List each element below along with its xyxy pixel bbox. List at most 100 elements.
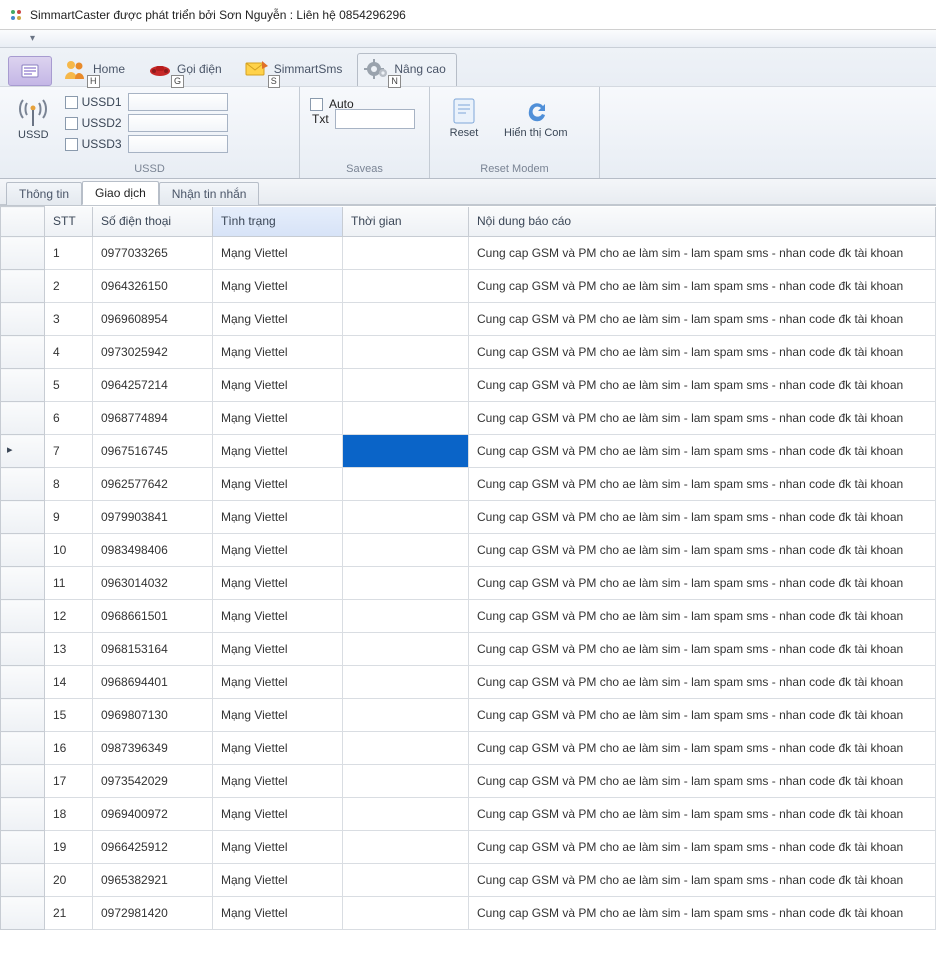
cell-phone[interactable]: 0966425912 xyxy=(93,831,213,864)
col-phone[interactable]: Số điện thoại xyxy=(93,207,213,237)
table-row[interactable]: 160987396349Mạng ViettelCung cap GSM và … xyxy=(1,732,936,765)
cell-time[interactable] xyxy=(343,798,469,831)
cell-stt[interactable]: 5 xyxy=(45,369,93,402)
cell-time[interactable] xyxy=(343,402,469,435)
cell-report[interactable]: Cung cap GSM và PM cho ae làm sim - lam … xyxy=(469,666,936,699)
ussd2-input[interactable] xyxy=(128,114,228,132)
row-header[interactable] xyxy=(1,468,45,501)
table-row[interactable]: 60968774894Mạng Viettel Cung cap GSM và P… xyxy=(1,402,936,435)
row-header[interactable] xyxy=(1,897,45,930)
transactions-grid[interactable]: STT Số điện thoại Tình trạng Thời gian N… xyxy=(0,206,936,930)
cell-phone[interactable]: 0969400972 xyxy=(93,798,213,831)
row-header[interactable] xyxy=(1,633,45,666)
cell-status[interactable]: Mạng Viettel xyxy=(213,270,343,303)
cell-status[interactable]: Mạng Viettel xyxy=(213,237,343,270)
cell-phone[interactable]: 0979903841 xyxy=(93,501,213,534)
table-row[interactable]: 70967516745Mạng ViettelCung cap GSM và P… xyxy=(1,435,936,468)
row-header[interactable] xyxy=(1,798,45,831)
cell-time[interactable] xyxy=(343,765,469,798)
cell-status[interactable]: Mạng Viettel xyxy=(213,699,343,732)
cell-time[interactable] xyxy=(343,897,469,930)
txt-input[interactable] xyxy=(335,109,415,129)
tab-transactions[interactable]: Giao dịch xyxy=(82,181,159,205)
grid-corner[interactable] xyxy=(1,207,45,237)
ussd3-input[interactable] xyxy=(128,135,228,153)
cell-status[interactable]: Mạng Viettel xyxy=(213,666,343,699)
cell-phone[interactable]: 0983498406 xyxy=(93,534,213,567)
cell-report[interactable]: Cung cap GSM và PM cho ae làm sim - lam … xyxy=(469,468,936,501)
cell-stt[interactable]: 19 xyxy=(45,831,93,864)
tab-home[interactable]: Home H xyxy=(56,53,136,86)
cell-phone[interactable]: 0968694401 xyxy=(93,666,213,699)
cell-status[interactable]: Mạng Viettel xyxy=(213,534,343,567)
cell-report[interactable]: Cung cap GSM và PM cho ae làm sim - lam … xyxy=(469,534,936,567)
row-header[interactable] xyxy=(1,270,45,303)
cell-phone[interactable]: 0963014032 xyxy=(93,567,213,600)
cell-stt[interactable]: 2 xyxy=(45,270,93,303)
table-row[interactable]: 210972981420Mạng ViettelCung cap GSM và … xyxy=(1,897,936,930)
cell-stt[interactable]: 13 xyxy=(45,633,93,666)
cell-time[interactable] xyxy=(343,435,469,468)
cell-report[interactable]: Cung cap GSM và PM cho ae làm sim - lam … xyxy=(469,600,936,633)
cell-status[interactable]: Mạng Viettel xyxy=(213,303,343,336)
cell-stt[interactable]: 1 xyxy=(45,237,93,270)
cell-status[interactable]: Mạng Viettel xyxy=(213,567,343,600)
ussd2-checkbox[interactable] xyxy=(65,117,78,130)
cell-stt[interactable]: 20 xyxy=(45,864,93,897)
cell-time[interactable] xyxy=(343,369,469,402)
cell-status[interactable]: Mạng Viettel xyxy=(213,864,343,897)
cell-phone[interactable]: 0987396349 xyxy=(93,732,213,765)
ussd3-checkbox[interactable] xyxy=(65,138,78,151)
ussd1-checkbox[interactable] xyxy=(65,96,78,109)
cell-status[interactable]: Mạng Viettel xyxy=(213,765,343,798)
cell-phone[interactable]: 0973025942 xyxy=(93,336,213,369)
cell-status[interactable]: Mạng Viettel xyxy=(213,798,343,831)
cell-time[interactable] xyxy=(343,336,469,369)
cell-phone[interactable]: 0968774894 xyxy=(93,402,213,435)
cell-report[interactable]: Cung cap GSM và PM cho ae làm sim - lam … xyxy=(469,402,936,435)
cell-time[interactable] xyxy=(343,864,469,897)
cell-status[interactable]: Mạng Viettel xyxy=(213,369,343,402)
row-header[interactable] xyxy=(1,336,45,369)
table-row[interactable]: 100983498406Mạng Viettel Cung cap GSM và … xyxy=(1,534,936,567)
cell-time[interactable] xyxy=(343,468,469,501)
row-header[interactable] xyxy=(1,237,45,270)
cell-report[interactable]: Cung cap GSM và PM cho ae làm sim - lam … xyxy=(469,270,936,303)
cell-report[interactable]: Cung cap GSM và PM cho ae làm sim - lam … xyxy=(469,237,936,270)
cell-time[interactable] xyxy=(343,534,469,567)
cell-status[interactable]: Mạng Viettel xyxy=(213,468,343,501)
ussd-antenna-button[interactable]: USSD xyxy=(10,91,57,143)
row-header[interactable] xyxy=(1,567,45,600)
row-header[interactable] xyxy=(1,501,45,534)
cell-time[interactable] xyxy=(343,270,469,303)
cell-status[interactable]: Mạng Viettel xyxy=(213,435,343,468)
cell-status[interactable]: Mạng Viettel xyxy=(213,402,343,435)
cell-report[interactable]: Cung cap GSM và PM cho ae làm sim - lam … xyxy=(469,567,936,600)
cell-status[interactable]: Mạng Viettel xyxy=(213,897,343,930)
col-stt[interactable]: STT xyxy=(45,207,93,237)
cell-report[interactable]: Cung cap GSM và PM cho ae làm sim - lam … xyxy=(469,369,936,402)
ussd1-input[interactable] xyxy=(128,93,228,111)
cell-stt[interactable]: 11 xyxy=(45,567,93,600)
cell-report[interactable]: Cung cap GSM và PM cho ae làm sim - lam … xyxy=(469,732,936,765)
cell-stt[interactable]: 15 xyxy=(45,699,93,732)
cell-stt[interactable]: 6 xyxy=(45,402,93,435)
cell-status[interactable]: Mạng Viettel xyxy=(213,633,343,666)
cell-phone[interactable]: 0977033265 xyxy=(93,237,213,270)
tab-advanced[interactable]: Nâng cao N xyxy=(357,53,456,86)
cell-report[interactable]: Cung cap GSM và PM cho ae làm sim - lam … xyxy=(469,303,936,336)
cell-phone[interactable]: 0972981420 xyxy=(93,897,213,930)
cell-stt[interactable]: 8 xyxy=(45,468,93,501)
cell-status[interactable]: Mạng Viettel xyxy=(213,732,343,765)
table-row[interactable]: 180969400972Mạng ViettelCung cap GSM và … xyxy=(1,798,936,831)
cell-report[interactable]: Cung cap GSM và PM cho ae làm sim - lam … xyxy=(469,897,936,930)
tab-inbox[interactable]: Nhận tin nhắn xyxy=(159,182,260,205)
table-row[interactable]: 130968153164Mạng ViettelCung cap GSM và … xyxy=(1,633,936,666)
col-time[interactable]: Thời gian xyxy=(343,207,469,237)
cell-report[interactable]: Cung cap GSM và PM cho ae làm sim - lam … xyxy=(469,633,936,666)
cell-phone[interactable]: 0964326150 xyxy=(93,270,213,303)
row-header[interactable] xyxy=(1,402,45,435)
cell-time[interactable] xyxy=(343,237,469,270)
cell-stt[interactable]: 10 xyxy=(45,534,93,567)
cell-time[interactable] xyxy=(343,567,469,600)
